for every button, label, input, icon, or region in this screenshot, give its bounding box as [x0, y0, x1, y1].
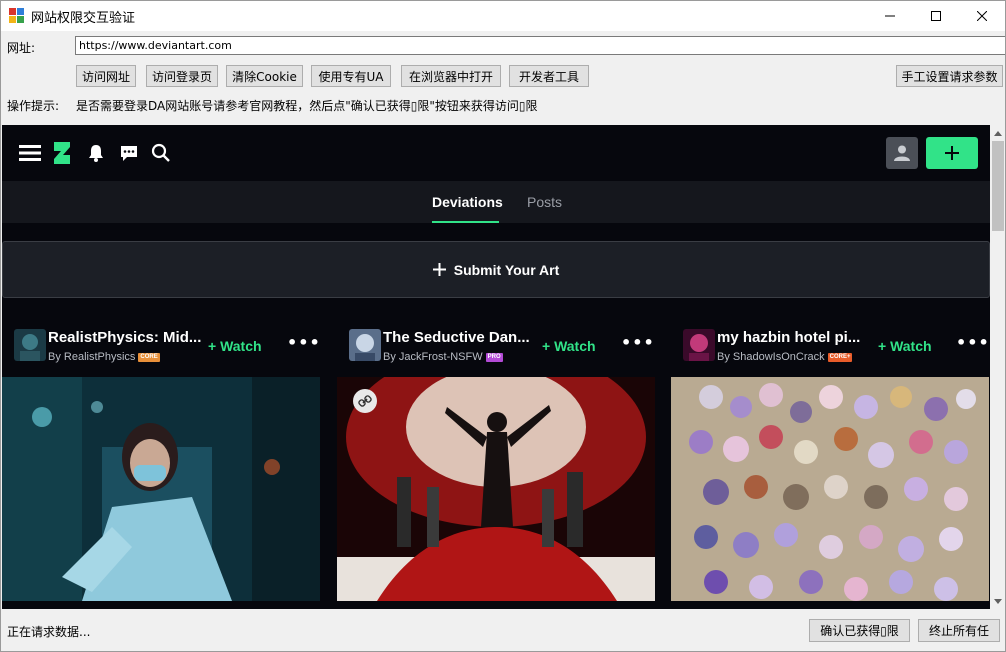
avatar[interactable]	[14, 329, 46, 361]
more-options-button[interactable]: •••	[956, 333, 990, 352]
card-author[interactable]: By JackFrost-NSFW PRO	[383, 351, 503, 363]
visit-url-button[interactable]: 访问网址	[76, 65, 136, 87]
status-badge: PRO	[485, 352, 503, 362]
visit-login-button[interactable]: 访问登录页	[146, 65, 218, 87]
maximize-button[interactable]	[913, 1, 959, 31]
submit-art-button[interactable]: Submit Your Art	[2, 241, 990, 298]
card-author[interactable]: By RealistPhysics CORE	[48, 351, 160, 363]
deviation-thumbnail[interactable]	[2, 377, 320, 601]
tip-label: 操作提示:	[7, 99, 60, 113]
da-tabs: Deviations Posts	[2, 181, 990, 223]
minimize-button[interactable]	[867, 1, 913, 31]
more-options-button[interactable]: •••	[621, 333, 655, 352]
maximize-icon	[931, 11, 941, 21]
stop-all-tasks-button[interactable]: 终止所有任	[918, 619, 1000, 642]
search-icon[interactable]	[149, 141, 173, 165]
deviantart-logo-icon[interactable]	[50, 141, 74, 165]
more-options-button[interactable]: •••	[287, 333, 321, 352]
confirm-permission-button[interactable]: 确认已获得▯限	[809, 619, 910, 642]
app-window: 网站权限交互验证 网址: 访问网址 访问登录页 清除Cookie 使用专有UA …	[0, 0, 1006, 652]
title-bar: 网站权限交互验证	[1, 1, 1005, 31]
embedded-browser: Deviations Posts Submit Your Art Realist…	[2, 125, 1005, 609]
tab-posts[interactable]: Posts	[527, 194, 562, 210]
deviation-card[interactable]: The Seductive Dan... By JackFrost-NSFW PR…	[337, 325, 655, 609]
scrollbar-thumb[interactable]	[992, 141, 1004, 231]
da-header	[2, 125, 990, 181]
card-title[interactable]: The Seductive Dan...	[383, 329, 543, 346]
card-author[interactable]: By ShadowIsOnCrack CORE+	[717, 351, 853, 363]
avatar-button[interactable]	[886, 137, 918, 169]
avatar[interactable]	[349, 329, 381, 361]
deviation-thumbnail[interactable]	[671, 377, 989, 601]
devtools-button[interactable]: 开发者工具	[509, 65, 589, 87]
bell-icon[interactable]	[84, 141, 108, 165]
user-icon	[894, 145, 910, 161]
watch-button[interactable]: + Watch	[542, 338, 596, 354]
url-label: 网址:	[7, 41, 36, 55]
chat-icon[interactable]	[117, 141, 141, 165]
link-icon[interactable]	[353, 389, 377, 413]
use-ua-button[interactable]: 使用专有UA	[311, 65, 391, 87]
scroll-up-arrow-icon[interactable]	[990, 125, 1005, 141]
url-input[interactable]	[75, 36, 1005, 55]
tip-text: 是否需要登录DA网站账号请参考官网教程，然后点"确认已获得▯限"按钮来获得访问▯…	[76, 99, 538, 113]
minimize-icon	[885, 15, 895, 17]
manual-params-button[interactable]: 手工设置请求参数	[896, 65, 1003, 87]
active-tab-indicator	[432, 221, 499, 223]
card-title[interactable]: my hazbin hotel pi...	[717, 329, 877, 346]
close-button[interactable]	[959, 1, 1005, 31]
status-text: 正在请求数据...	[7, 625, 91, 639]
status-badge: CORE+	[827, 352, 853, 362]
plus-icon	[945, 146, 959, 160]
deviation-card[interactable]: RealistPhysics: Mid... By RealistPhysics…	[2, 325, 320, 609]
submit-art-label: Submit Your Art	[453, 261, 560, 278]
card-title[interactable]: RealistPhysics: Mid...	[48, 329, 208, 346]
tab-deviations[interactable]: Deviations	[432, 194, 503, 210]
watch-button[interactable]: + Watch	[208, 338, 262, 354]
open-in-browser-button[interactable]: 在浏览器中打开	[401, 65, 501, 87]
create-button[interactable]	[926, 137, 978, 169]
clear-cookie-button[interactable]: 清除Cookie	[226, 65, 303, 87]
scroll-down-arrow-icon[interactable]	[990, 593, 1005, 609]
plus-icon	[432, 263, 446, 276]
status-badge: CORE	[138, 352, 160, 362]
watch-button[interactable]: + Watch	[878, 338, 932, 354]
menu-icon[interactable]	[18, 141, 42, 165]
deviation-card[interactable]: my hazbin hotel pi... By ShadowIsOnCrack…	[671, 325, 989, 609]
deviation-thumbnail[interactable]	[337, 377, 655, 601]
window-title: 网站权限交互验证	[31, 10, 136, 26]
close-icon	[977, 11, 987, 21]
browser-scrollbar[interactable]	[990, 125, 1005, 609]
avatar[interactable]	[683, 329, 715, 361]
app-icon	[9, 8, 25, 24]
window-controls	[867, 1, 1005, 31]
